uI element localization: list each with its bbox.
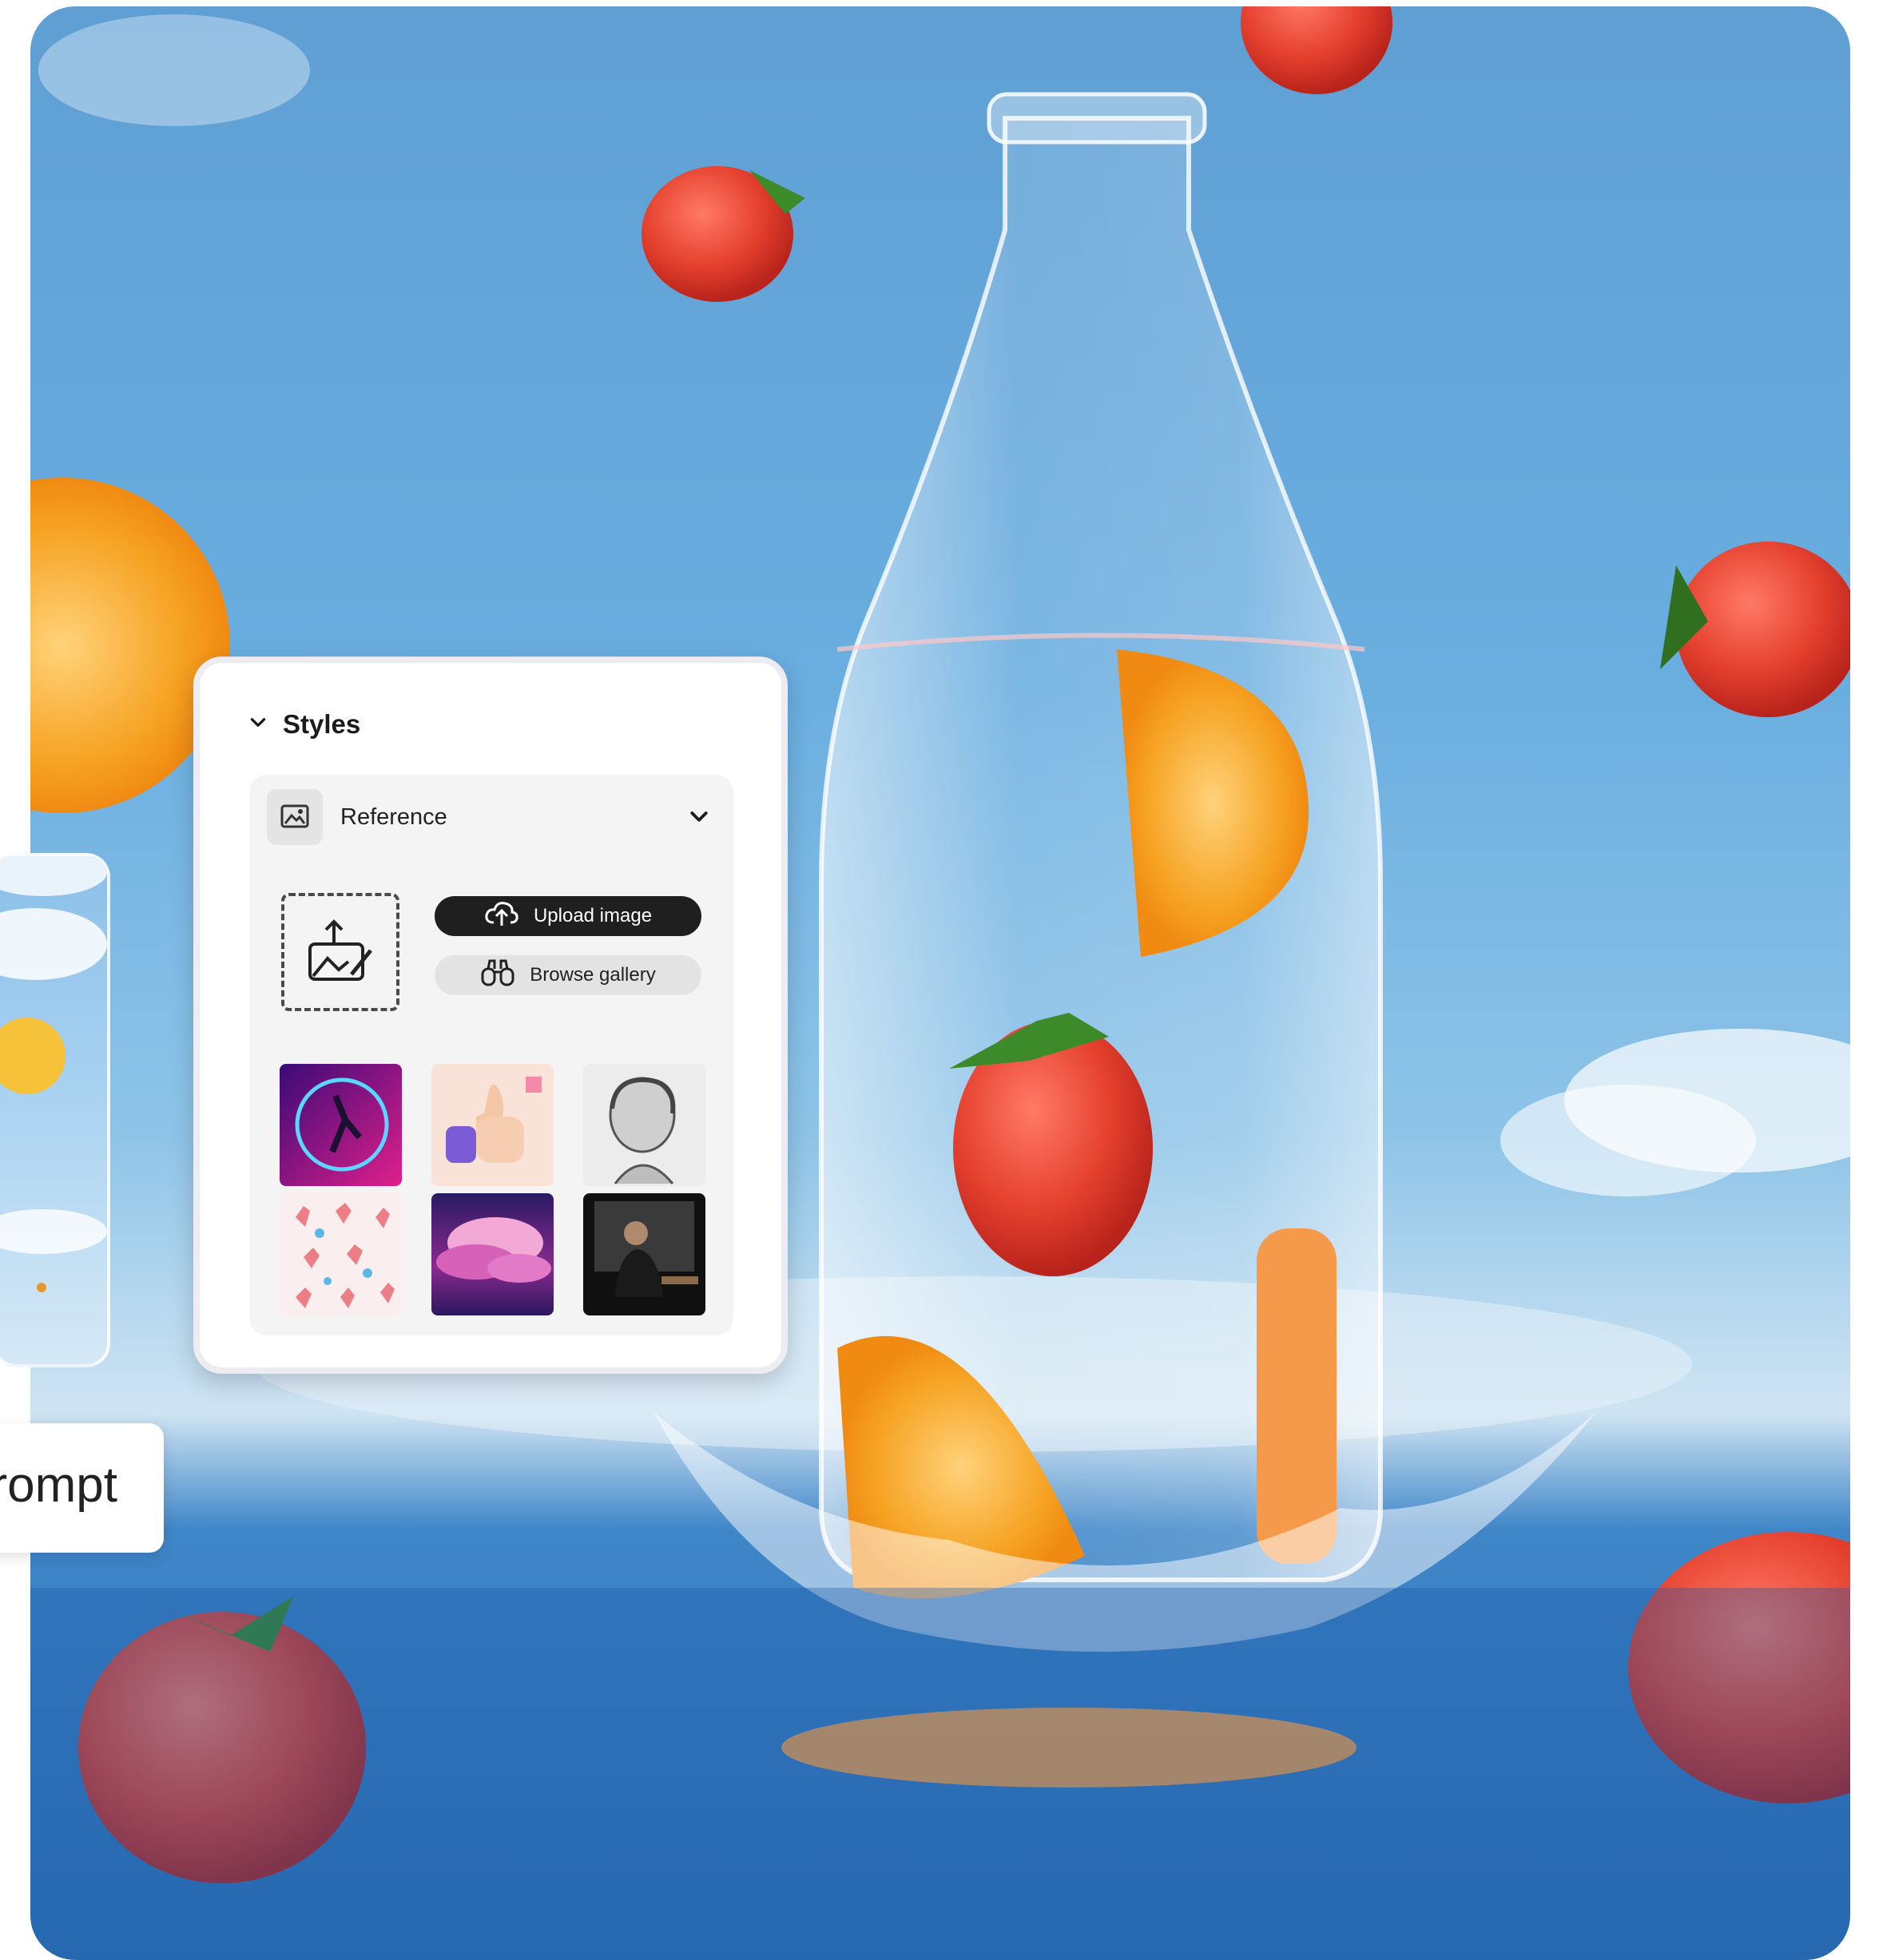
styles-title: Styles <box>283 709 361 739</box>
secondary-preview-card[interactable] <box>0 853 110 1367</box>
chevron-down-icon <box>248 712 268 737</box>
styles-header[interactable]: Styles <box>248 709 360 740</box>
cloud-upload-icon <box>484 900 519 933</box>
upload-image-icon <box>302 912 379 993</box>
image-reference-icon <box>267 789 323 845</box>
chevron-down-icon <box>687 805 711 833</box>
reference-label: Reference <box>340 803 447 830</box>
thumbs-up-3d-thumbnail[interactable] <box>431 1064 554 1186</box>
binoculars-icon <box>480 958 515 994</box>
browse-gallery-button[interactable]: Browse gallery <box>435 955 701 995</box>
browse-gallery-label: Browse gallery <box>530 964 656 986</box>
reference-dropdown[interactable]: Reference <box>267 789 716 845</box>
upload-image-label: Upload image <box>533 905 653 926</box>
seated-man-photo-thumbnail[interactable] <box>583 1193 705 1315</box>
prompt-pill[interactable]: rompt <box>0 1423 164 1553</box>
reference-section: Reference Upload image Browse gallery <box>249 775 733 1335</box>
prompt-label: rompt <box>0 1458 117 1513</box>
neon-dancer-thumbnail[interactable] <box>280 1064 402 1186</box>
pink-clouds-thumbnail[interactable] <box>431 1193 554 1315</box>
engraving-portrait-thumbnail[interactable] <box>583 1064 705 1186</box>
upload-image-button[interactable]: Upload image <box>435 896 701 936</box>
upload-dropzone[interactable] <box>281 893 399 1011</box>
styles-panel: Styles Reference Upload image Browse gal… <box>193 657 788 1374</box>
hands-pattern-thumbnail[interactable] <box>280 1193 402 1315</box>
